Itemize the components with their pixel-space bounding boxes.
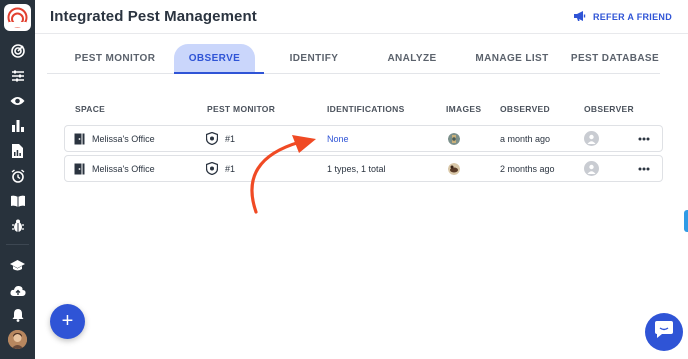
- monitor-number: #1: [225, 133, 236, 144]
- book-icon[interactable]: [8, 191, 27, 210]
- side-drawer-handle[interactable]: [684, 210, 688, 232]
- tab-observe[interactable]: OBSERVE: [174, 44, 255, 73]
- sidebar: [0, 0, 35, 359]
- tab-label: ANALYZE: [387, 53, 437, 64]
- refer-a-friend-button[interactable]: REFER A FRIEND: [573, 11, 672, 23]
- tab-manage-list[interactable]: MANAGE LIST: [465, 44, 559, 73]
- column-header-images[interactable]: IMAGES: [446, 104, 481, 114]
- shield-icon: [206, 156, 218, 181]
- image-thumbnail[interactable]: [448, 126, 460, 151]
- graduation-cap-icon[interactable]: [8, 256, 27, 275]
- tab-label: PEST MONITOR: [74, 53, 156, 64]
- monitor-number: #1: [225, 163, 236, 174]
- space-name: Melissa's Office: [92, 163, 155, 174]
- user-avatar[interactable]: [8, 330, 27, 349]
- add-button[interactable]: +: [50, 304, 85, 339]
- active-tab-indicator: [174, 72, 264, 74]
- space-name: Melissa's Office: [92, 133, 155, 144]
- sidebar-divider: [6, 244, 29, 245]
- tab-pest-monitor[interactable]: PEST MONITOR: [65, 44, 165, 73]
- target-icon[interactable]: [8, 41, 27, 60]
- bell-icon[interactable]: [8, 305, 27, 324]
- column-header-identifications[interactable]: IDENTIFICATIONS: [327, 104, 405, 114]
- tab-bar-underline: [47, 73, 660, 74]
- tab-bar: PEST MONITOR OBSERVE IDENTIFY ANALYZE MA…: [35, 44, 688, 74]
- sliders-icon[interactable]: [8, 66, 27, 85]
- column-header-observed[interactable]: OBSERVED: [500, 104, 550, 114]
- column-header-observer[interactable]: OBSERVER: [584, 104, 634, 114]
- observed-time: 2 months ago: [500, 163, 555, 174]
- more-options-icon[interactable]: [638, 126, 650, 151]
- report-icon[interactable]: [8, 141, 27, 160]
- tab-pest-database[interactable]: PEST DATABASE: [565, 44, 665, 73]
- megaphone-icon: [573, 11, 587, 23]
- plus-icon: +: [61, 310, 74, 332]
- chat-bubble-icon: [654, 320, 674, 344]
- bug-icon[interactable]: [8, 216, 27, 235]
- tab-label: OBSERVE: [188, 53, 241, 64]
- identifications-summary: 1 types, 1 total: [327, 163, 386, 174]
- refer-a-friend-label: REFER A FRIEND: [592, 12, 672, 22]
- table-row[interactable]: Melissa's Office #1 None a month ago: [64, 125, 663, 152]
- observed-time: a month ago: [500, 133, 551, 144]
- column-header-pest-monitor[interactable]: PEST MONITOR: [207, 104, 275, 114]
- top-header: Integrated Pest Management REFER A FRIEN…: [35, 0, 688, 34]
- observer-avatar-icon: [584, 126, 599, 151]
- tab-label: IDENTIFY: [289, 53, 339, 64]
- tab-label: PEST DATABASE: [570, 53, 660, 64]
- tab-label: MANAGE LIST: [475, 53, 549, 64]
- shield-icon: [206, 126, 218, 151]
- identifications-link[interactable]: None: [327, 126, 349, 151]
- tab-analyze[interactable]: ANALYZE: [369, 44, 455, 73]
- page-title: Integrated Pest Management: [50, 8, 257, 25]
- app-logo[interactable]: [4, 4, 31, 31]
- cloud-upload-icon[interactable]: [8, 281, 27, 300]
- observer-avatar-icon: [584, 156, 599, 181]
- eye-icon[interactable]: [8, 91, 27, 110]
- chat-button[interactable]: [645, 313, 683, 351]
- tab-identify[interactable]: IDENTIFY: [271, 44, 357, 73]
- column-header-space[interactable]: SPACE: [75, 104, 105, 114]
- more-options-icon[interactable]: [638, 156, 650, 181]
- image-thumbnail[interactable]: [448, 156, 460, 181]
- table-row[interactable]: Melissa's Office #1 1 types, 1 total 2 m…: [64, 155, 663, 182]
- door-icon: [74, 126, 85, 151]
- door-icon: [74, 156, 85, 181]
- bar-chart-icon[interactable]: [8, 116, 27, 135]
- alarm-clock-icon[interactable]: [8, 166, 27, 185]
